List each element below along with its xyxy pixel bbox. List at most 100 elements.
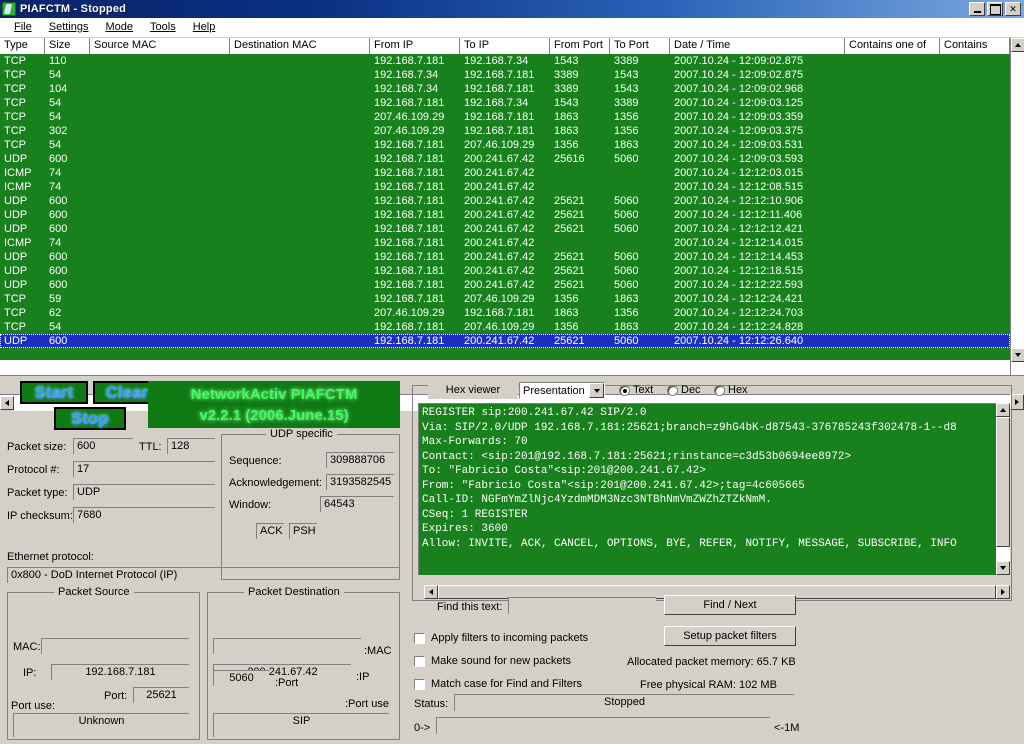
radio-dec-label: Dec xyxy=(681,384,701,396)
packet-row[interactable]: TCP 54 192.168.7.34 192.168.7.181 3389 1543 20… xyxy=(0,68,1010,82)
packet-cell-c1 xyxy=(845,54,940,68)
packet-row[interactable]: TCP 302 207.46.109.29 192.168.7.181 1863 1356… xyxy=(0,124,1010,138)
close-button[interactable]: ✕ xyxy=(1005,2,1021,16)
scroll-down-button[interactable] xyxy=(1011,348,1024,362)
application-window: PIAFCTM - Stopped ✕ File Settings Mode T… xyxy=(0,0,1024,744)
checkbox-apply-filters[interactable]: Apply filters to incoming packets xyxy=(414,632,588,644)
column-header-from-port[interactable]: From Port xyxy=(550,38,610,54)
packet-row[interactable]: UDP 600 192.168.7.181 200.241.67.42 25621 506… xyxy=(0,222,1010,236)
menu-item-mode[interactable]: Mode xyxy=(97,20,142,34)
packet-cell-toip: 200.241.67.42 xyxy=(464,167,535,179)
source-port-use-value: Unknown xyxy=(13,713,189,737)
packet-row[interactable]: ICMP 74 192.168.7.181 200.241.67.42 2007.10.… xyxy=(0,166,1010,180)
packet-list-vertical-scrollbar[interactable] xyxy=(1010,38,1024,376)
packet-row[interactable]: TCP 104 192.168.7.34 192.168.7.181 3389 1543 2… xyxy=(0,82,1010,96)
radio-hex-indicator[interactable] xyxy=(714,384,725,396)
column-header-from-ip[interactable]: From IP xyxy=(370,38,460,54)
packet-cell-fromip: 192.168.7.181 xyxy=(374,279,445,291)
packet-cell-fromport: 3389 xyxy=(554,69,579,81)
hex-scroll-down-button[interactable] xyxy=(996,561,1010,575)
packet-cell-dmac xyxy=(230,292,370,306)
packet-row[interactable]: ICMP 74 192.168.7.181 200.241.67.42 2007.10.… xyxy=(0,236,1010,250)
menu-item-help[interactable]: Help xyxy=(185,20,225,34)
column-header-date-time[interactable]: Date / Time xyxy=(670,38,845,54)
packet-row[interactable]: UDP 600 192.168.7.181 200.241.67.42 25616 506… xyxy=(0,152,1010,166)
packet-cell-datetime: 2007.10.24 - 12:09:03.125 xyxy=(674,97,804,109)
packet-row[interactable]: UDP 600 192.168.7.181 200.241.67.42 25621 506… xyxy=(0,334,1010,348)
checkbox-match-case-box[interactable] xyxy=(414,678,425,690)
checkbox-make-sound[interactable]: Make sound for new packets xyxy=(414,655,571,667)
packet-cell-size: 74 xyxy=(49,167,62,179)
hex-viewer-vertical-scrollbar[interactable] xyxy=(996,403,1010,575)
column-header-size[interactable]: Size xyxy=(45,38,90,54)
packet-cell-toport: 1356 xyxy=(614,111,639,123)
column-header-to-port[interactable]: To Port xyxy=(610,38,670,54)
start-button[interactable]: Start xyxy=(20,381,88,404)
packet-row[interactable]: UDP 600 192.168.7.181 200.241.67.42 25621 506… xyxy=(0,278,1010,292)
column-header-to-ip[interactable]: To IP xyxy=(460,38,550,54)
destination-port-value: 5060 xyxy=(213,670,269,686)
minimize-button[interactable] xyxy=(969,2,985,16)
scroll-left-button[interactable] xyxy=(0,395,14,410)
menu-item-settings[interactable]: Settings xyxy=(41,20,98,34)
setup-packet-filters-button[interactable]: Setup packet filters xyxy=(664,626,796,646)
column-header-type[interactable]: Type xyxy=(0,38,45,54)
hex-viewer-content[interactable]: REGISTER sip:200.241.67.42 SIP/2.0 Via: … xyxy=(418,403,996,575)
column-header-contains[interactable]: Contains xyxy=(940,38,1010,54)
packet-cell-fromport: 1543 xyxy=(554,97,579,109)
protocol-label: Protocol #: xyxy=(7,464,60,476)
packet-row[interactable]: TCP 62 207.46.109.29 192.168.7.181 1863 1356 2… xyxy=(0,306,1010,320)
destination-port-use-value: SIP xyxy=(213,713,389,737)
hex-vertical-scroll-thumb[interactable] xyxy=(996,417,1010,547)
scroll-right-button[interactable] xyxy=(1010,394,1024,410)
packet-row[interactable]: TCP 54 192.168.7.181 207.46.109.29 1356 1863 2… xyxy=(0,138,1010,152)
hex-scroll-left-button[interactable] xyxy=(424,585,438,599)
vertical-scroll-thumb[interactable] xyxy=(1011,52,1024,328)
radio-dec-indicator[interactable] xyxy=(667,384,678,396)
packet-type-label: Packet type: xyxy=(7,487,68,499)
find-input[interactable] xyxy=(508,597,656,614)
packet-row[interactable]: UDP 600 192.168.7.181 200.241.67.42 25621 506… xyxy=(0,208,1010,222)
checkbox-apply-filters-box[interactable] xyxy=(414,632,425,644)
column-header-contains-one-of[interactable]: Contains one of xyxy=(845,38,940,54)
packet-cell-toport: 5060 xyxy=(614,265,639,277)
scroll-up-button[interactable] xyxy=(1011,38,1024,52)
menu-item-tools[interactable]: Tools xyxy=(142,20,185,34)
hex-scroll-up-button[interactable] xyxy=(996,403,1010,417)
find-next-button[interactable]: Find / Next xyxy=(664,595,796,615)
column-header-source-mac[interactable]: Source MAC xyxy=(90,38,230,54)
packet-row[interactable]: UDP 600 192.168.7.181 200.241.67.42 25621 506… xyxy=(0,194,1010,208)
checkbox-make-sound-box[interactable] xyxy=(414,655,425,667)
packet-cell-datetime: 2007.10.24 - 12:09:03.531 xyxy=(674,139,804,151)
hex-scroll-right-button[interactable] xyxy=(996,585,1010,599)
packet-cell-dmac xyxy=(230,208,370,222)
maximize-button[interactable] xyxy=(987,2,1003,16)
packet-cell-datetime: 2007.10.24 - 12:12:18.515 xyxy=(674,265,804,277)
packet-row[interactable]: TCP 110 192.168.7.181 192.168.7.34 1543 3389 2… xyxy=(0,54,1010,68)
packet-list[interactable]: Type Size Source MAC Destination MAC From IP… xyxy=(0,38,1024,411)
packet-row[interactable]: UDP 600 192.168.7.181 200.241.67.42 25621 506… xyxy=(0,264,1010,278)
radio-text[interactable]: Text xyxy=(619,384,653,396)
packet-row[interactable]: TCP 54 192.168.7.181 207.46.109.29 1356 1863 2… xyxy=(0,320,1010,334)
chevron-down-icon[interactable] xyxy=(589,383,604,398)
ip-checksum-value: 7680 xyxy=(73,507,215,523)
packet-cell-toport: 1863 xyxy=(614,293,639,305)
packet-cell-c2 xyxy=(940,222,1010,236)
radio-dec[interactable]: Dec xyxy=(667,384,701,396)
packet-list-body[interactable]: TCP 110 192.168.7.181 192.168.7.34 1543 3389 2… xyxy=(0,54,1010,360)
packet-row[interactable]: TCP 54 207.46.109.29 192.168.7.181 1863 1356 2… xyxy=(0,110,1010,124)
packet-row[interactable]: UDP 600 192.168.7.181 200.241.67.42 25621 506… xyxy=(0,250,1010,264)
stop-button[interactable]: Stop xyxy=(54,407,126,430)
packet-row[interactable]: TCP 54 192.168.7.181 192.168.7.34 1543 3389 20… xyxy=(0,96,1010,110)
radio-hex[interactable]: Hex xyxy=(714,384,748,396)
packet-row[interactable]: TCP 59 192.168.7.181 207.46.109.29 1356 1863 2… xyxy=(0,292,1010,306)
packet-cell-dmac xyxy=(230,250,370,264)
packet-cell-smac xyxy=(90,250,230,264)
packet-row[interactable]: ICMP 74 192.168.7.181 200.241.67.42 2007.10.… xyxy=(0,180,1010,194)
radio-text-indicator[interactable] xyxy=(619,384,630,396)
presentation-dropdown[interactable]: Presentation xyxy=(519,382,605,399)
column-header-destination-mac[interactable]: Destination MAC xyxy=(230,38,370,54)
checkbox-match-case[interactable]: Match case for Find and Filters xyxy=(414,678,582,690)
menu-item-file[interactable]: File xyxy=(6,20,41,34)
packet-cell-toport: 5060 xyxy=(614,209,639,221)
